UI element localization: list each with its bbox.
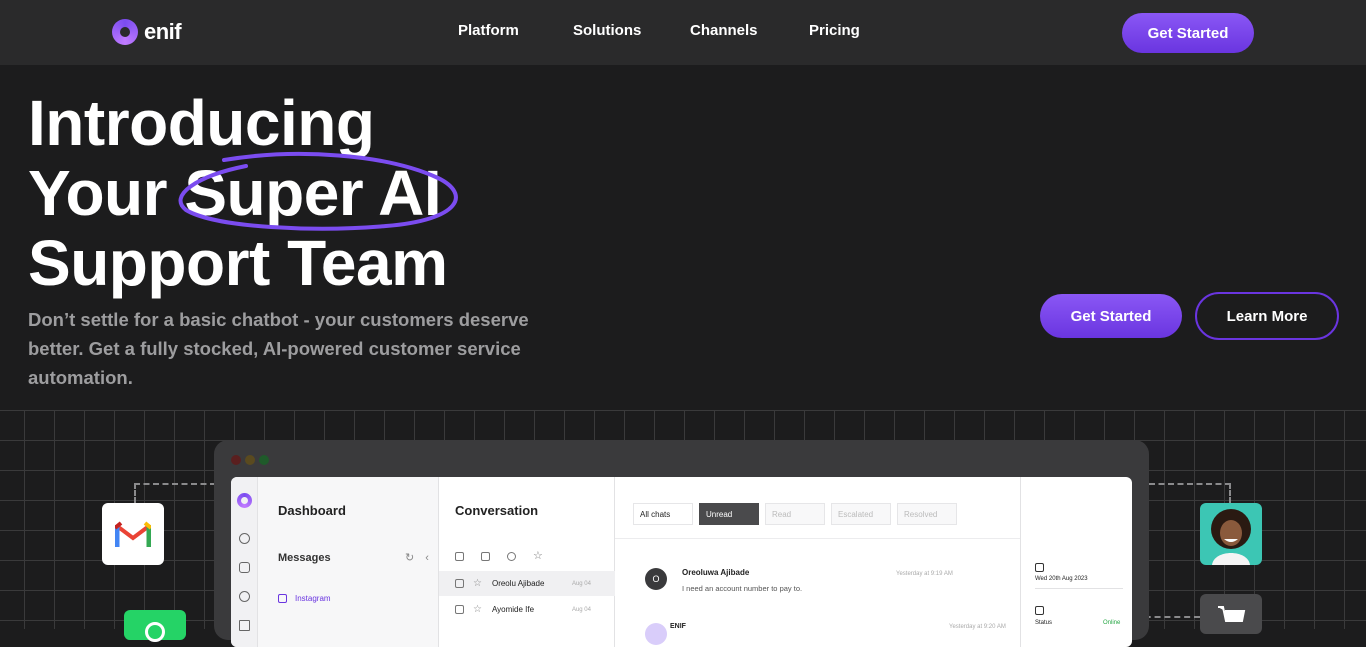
connector-right <box>1149 483 1231 503</box>
avatar: O <box>645 568 667 590</box>
icon-rail <box>231 477 258 647</box>
chat-panel: All chats Unread Read Escalated Resolved… <box>615 477 1020 647</box>
message-timestamp: Yesterday at 9:20 AM <box>949 624 1006 630</box>
connector-left <box>134 483 216 503</box>
hero-title: Introducing Your Super AI Support Team <box>28 88 548 298</box>
contact-name: Ayomide Ife <box>491 605 535 614</box>
list-item[interactable]: ☆ Oreolu Ajibade Aug 04 <box>439 571 615 596</box>
nav-link-channels[interactable]: Channels <box>690 22 758 39</box>
detail-date: Wed 20th Aug 2023 <box>1035 576 1088 582</box>
divider <box>615 538 1020 539</box>
list-item[interactable]: ☆ Ayomide Ife Aug 04 <box>439 597 615 622</box>
status-badge: Online <box>1103 620 1121 626</box>
chat-filter-tabs: All chats Unread Read Escalated Resolved <box>633 503 957 525</box>
conversation-list: Conversation ☆ ☆ Oreolu Ajibade Aug 04 ☆… <box>439 477 615 647</box>
enif-rail-logo-icon <box>237 493 252 508</box>
message-sender: Oreoluwa Ajibade <box>682 568 750 577</box>
row-date: Aug 04 <box>571 580 591 587</box>
sidebar-item-instagram[interactable]: Instagram <box>278 594 331 603</box>
window-controls <box>231 455 269 465</box>
app-preview-window: Dashboard Messages ↻ ‹ Instagram Convers… <box>214 440 1149 647</box>
instagram-icon <box>278 594 287 603</box>
maximize-dot-icon <box>259 455 269 465</box>
conversation-toolbar: ☆ <box>455 551 543 562</box>
customer-avatar-icon <box>1211 509 1251 565</box>
nav-get-started-button[interactable]: Get Started <box>1122 13 1254 53</box>
mail-icon[interactable] <box>481 552 490 561</box>
enif-logo-icon <box>112 19 138 45</box>
message-timestamp: Yesterday at 9:19 AM <box>896 571 953 577</box>
row-date: Aug 04 <box>571 606 591 613</box>
divider <box>1035 588 1123 589</box>
app-screen: Dashboard Messages ↻ ‹ Instagram Convers… <box>231 477 1132 647</box>
messages-label: Messages <box>278 552 331 564</box>
hero-get-started-button[interactable]: Get Started <box>1040 294 1182 338</box>
row-checkbox[interactable] <box>455 579 464 588</box>
brand-logo[interactable]: enif <box>112 19 182 45</box>
star-icon[interactable]: ☆ <box>473 578 482 589</box>
tab-unread[interactable]: Unread <box>699 503 759 525</box>
hero-title-line-1: Introducing <box>28 87 375 159</box>
hero-learn-more-button[interactable]: Learn More <box>1195 292 1339 340</box>
status-icon <box>1035 606 1044 615</box>
contact-name: Oreolu Ajibade <box>491 579 545 588</box>
top-navbar: enif Platform Solutions Channels Pricing… <box>0 0 1366 65</box>
status-label: Status <box>1035 620 1053 626</box>
refresh-icon[interactable] <box>507 552 516 561</box>
nav-link-platform[interactable]: Platform <box>458 22 519 39</box>
minimize-dot-icon <box>245 455 255 465</box>
close-dot-icon <box>231 455 241 465</box>
whatsapp-tile <box>124 610 186 642</box>
chevron-left-icon[interactable]: ‹ <box>425 552 429 564</box>
hero-title-line-2: Your Super AI <box>28 157 442 229</box>
avatar <box>645 623 667 645</box>
grid-icon[interactable] <box>239 620 250 631</box>
calendar-icon <box>1035 563 1044 572</box>
cart-tile <box>1200 594 1262 634</box>
nav-link-solutions[interactable]: Solutions <box>573 22 641 39</box>
tab-read[interactable]: Read <box>765 503 825 525</box>
gmail-tile <box>102 503 164 565</box>
tab-all-chats[interactable]: All chats <box>633 503 693 525</box>
chat-icon[interactable] <box>239 562 250 573</box>
hero-title-line-3: Support Team <box>28 227 448 299</box>
nav-link-pricing[interactable]: Pricing <box>809 22 860 39</box>
compass-icon[interactable] <box>239 533 250 544</box>
dashboard-sidebar: Dashboard Messages ↻ ‹ Instagram <box>258 477 439 647</box>
details-panel: Wed 20th Aug 2023 Status Online <box>1020 477 1132 647</box>
messages-icon[interactable] <box>239 591 250 602</box>
star-icon[interactable]: ☆ <box>533 551 543 562</box>
tab-escalated[interactable]: Escalated <box>831 503 891 525</box>
message-text: I need an account number to pay to. <box>682 584 803 593</box>
dashboard-title: Dashboard <box>278 503 346 518</box>
tab-resolved[interactable]: Resolved <box>897 503 957 525</box>
select-all-checkbox[interactable] <box>455 552 464 561</box>
conversation-title: Conversation <box>455 503 539 518</box>
messages-controls: ↻ ‹ <box>405 551 429 564</box>
row-checkbox[interactable] <box>455 605 464 614</box>
sidebar-item-label: Instagram <box>295 594 331 603</box>
hero-subtitle: Don’t settle for a basic chatbot - your … <box>28 309 529 388</box>
customer-avatar-tile <box>1200 503 1262 565</box>
refresh-icon[interactable]: ↻ <box>405 552 414 564</box>
star-icon[interactable]: ☆ <box>473 604 482 615</box>
brand-name: enif <box>144 19 182 44</box>
gmail-icon <box>115 521 151 547</box>
whatsapp-icon <box>145 622 165 642</box>
cart-icon <box>1218 606 1246 622</box>
